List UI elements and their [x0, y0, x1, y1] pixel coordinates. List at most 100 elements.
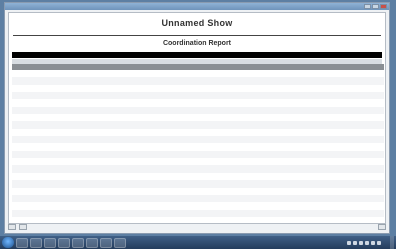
table-row[interactable]	[12, 106, 384, 115]
table-row[interactable]	[12, 84, 384, 93]
tray-icon[interactable]	[353, 240, 357, 245]
table-row[interactable]	[12, 209, 384, 217]
table-row[interactable]	[12, 165, 384, 173]
minimize-button[interactable]	[364, 4, 371, 9]
nav-button[interactable]	[8, 224, 16, 230]
table-cell	[12, 158, 54, 166]
volume-icon[interactable]	[371, 240, 375, 245]
table-cell	[342, 70, 384, 78]
table-cell	[210, 187, 252, 195]
table-row[interactable]	[12, 150, 384, 159]
table-cell	[54, 121, 92, 129]
table-cell	[54, 70, 92, 78]
table-cell	[342, 202, 384, 210]
app-icon[interactable]	[114, 237, 126, 248]
table-row[interactable]	[12, 187, 384, 195]
table-cell	[152, 158, 210, 166]
table-cell	[210, 143, 252, 151]
table-cell	[92, 150, 152, 159]
nav-button[interactable]	[19, 224, 27, 230]
close-button[interactable]	[380, 4, 387, 9]
maximize-button[interactable]	[372, 4, 379, 9]
table-cell	[92, 70, 152, 78]
table-cell	[342, 158, 384, 166]
table-row[interactable]	[12, 194, 384, 203]
table-cell	[92, 143, 152, 151]
table-cell	[152, 194, 210, 203]
table-cell	[210, 84, 252, 93]
table-row[interactable]	[12, 143, 384, 151]
table-cell	[152, 150, 210, 159]
table-row[interactable]	[12, 70, 384, 78]
table-cell	[210, 150, 252, 159]
tray-icon[interactable]	[347, 240, 351, 245]
table-cell	[92, 180, 152, 188]
table-cell	[92, 136, 152, 144]
table-row[interactable]	[12, 158, 384, 166]
table-row[interactable]	[12, 121, 384, 129]
app-icon[interactable]	[86, 237, 98, 248]
table-cell	[12, 84, 54, 93]
table-cell	[54, 84, 92, 93]
table-cell	[152, 209, 210, 217]
table-cell	[12, 209, 54, 217]
table-cell	[252, 114, 342, 122]
table-cell	[252, 150, 342, 159]
tray-icon[interactable]	[359, 240, 363, 245]
start-orb-icon[interactable]	[2, 237, 14, 248]
table-row[interactable]	[12, 114, 384, 122]
table-cell	[152, 84, 210, 93]
tray-icon[interactable]	[365, 240, 369, 245]
table-cell	[12, 194, 54, 203]
window-titlebar[interactable]	[5, 3, 389, 10]
browser-icon[interactable]	[30, 237, 42, 248]
table-cell	[342, 84, 384, 93]
table-cell	[54, 77, 92, 85]
table-row[interactable]	[12, 180, 384, 188]
table-cell	[54, 165, 92, 173]
table-cell	[54, 136, 92, 144]
table-row[interactable]	[12, 99, 384, 107]
table-cell	[252, 84, 342, 93]
app-icon[interactable]	[100, 237, 112, 248]
table-cell	[252, 70, 342, 78]
table-cell	[342, 136, 384, 144]
table-cell	[252, 106, 342, 115]
table-cell	[210, 136, 252, 144]
taskbar	[0, 236, 396, 249]
show-desktop-button[interactable]	[390, 236, 394, 249]
table-cell	[54, 180, 92, 188]
table-cell	[54, 158, 92, 166]
table-cell	[252, 209, 342, 217]
table-cell	[92, 99, 152, 107]
table-cell	[54, 209, 92, 217]
table-cell	[92, 172, 152, 181]
table-cell	[342, 194, 384, 203]
table-cell	[342, 180, 384, 188]
table-cell	[152, 187, 210, 195]
table-row[interactable]	[12, 136, 384, 144]
table-row[interactable]	[12, 128, 384, 137]
app-icon[interactable]	[58, 237, 70, 248]
table-row[interactable]	[12, 172, 384, 181]
table-cell	[252, 136, 342, 144]
table-row[interactable]	[12, 202, 384, 210]
table-cell	[252, 128, 342, 137]
table-cell	[12, 99, 54, 107]
network-icon[interactable]	[377, 240, 381, 245]
media-icon[interactable]	[44, 237, 56, 248]
table-cell	[54, 202, 92, 210]
table-cell	[210, 128, 252, 137]
table-cell	[12, 128, 54, 137]
table-cell	[92, 194, 152, 203]
close-report-button[interactable]	[378, 224, 386, 230]
explorer-icon[interactable]	[16, 237, 28, 248]
table-cell	[12, 92, 54, 100]
table-cell	[210, 158, 252, 166]
table-cell	[342, 172, 384, 181]
table-cell	[12, 70, 54, 78]
table-row[interactable]	[12, 77, 384, 85]
app-icon[interactable]	[72, 237, 84, 248]
table-cell	[152, 92, 210, 100]
table-row[interactable]	[12, 92, 384, 100]
